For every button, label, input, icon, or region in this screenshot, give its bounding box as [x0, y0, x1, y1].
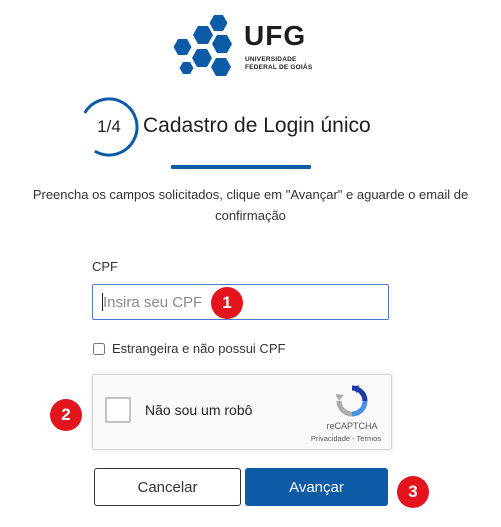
- recaptcha-widget: Não sou um robô reCAPTCHA Privacidade - …: [92, 374, 392, 450]
- recaptcha-brand: reCAPTCHA: [326, 421, 378, 431]
- foreign-label: Estrangeira e não possui CPF: [112, 341, 286, 356]
- brand-subtitle-line1: UNIVERSIDADE: [245, 56, 297, 63]
- cancel-button[interactable]: Cancelar: [94, 468, 241, 506]
- annotation-marker-1: 1: [211, 287, 243, 319]
- next-button[interactable]: Avançar: [245, 468, 388, 506]
- page-title: Cadastro de Login único: [143, 114, 371, 137]
- brand-subtitle-line2: FEDERAL DE GOIÁS: [245, 64, 313, 71]
- cpf-label: CPF: [92, 259, 118, 274]
- step-indicator: 1/4: [97, 117, 121, 136]
- text-cursor: [102, 293, 103, 311]
- recaptcha-logo-icon: [336, 385, 368, 417]
- recaptcha-label: Não sou um robô: [145, 402, 253, 418]
- foreign-checkbox[interactable]: [93, 342, 105, 355]
- title-underline: [171, 165, 311, 169]
- instructions-line1: Preencha os campos solicitados, clique e…: [32, 187, 469, 202]
- foreign-option[interactable]: Estrangeira e não possui CPF: [92, 341, 285, 356]
- annotation-marker-3: 3: [397, 476, 429, 508]
- recaptcha-terms-link[interactable]: Privacidade - Termos: [306, 434, 386, 443]
- instructions-text: Preencha os campos solicitados, clique e…: [0, 184, 501, 226]
- ufg-logo-hexagons-icon: [173, 15, 232, 76]
- brand-name: UFG: [244, 20, 307, 51]
- brand-subtitle: UNIVERSIDADE FEDERAL DE GOIÁS: [245, 56, 312, 72]
- recaptcha-checkbox[interactable]: [105, 397, 131, 423]
- annotation-marker-2: 2: [50, 399, 82, 431]
- instructions-line2: confirmação: [215, 208, 286, 223]
